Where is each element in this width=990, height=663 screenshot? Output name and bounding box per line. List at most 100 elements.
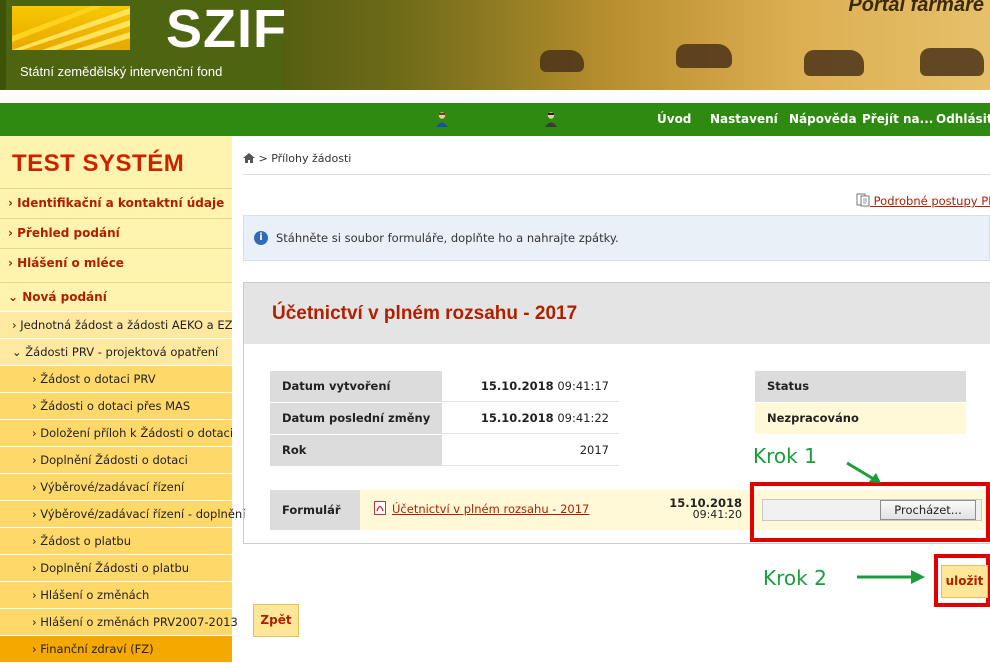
chevron-right-icon: › [32, 480, 37, 494]
sidebar-item-hlaseni-o-mlece[interactable]: › Hlášení o mléce [0, 248, 232, 277]
highlight-browse [750, 482, 990, 542]
user-icon[interactable] [435, 111, 449, 127]
panel-title: Účetnictví v plném rozsahu - 2017 [272, 303, 578, 324]
form-download-link[interactable]: Účetnictví v plném rozsahu - 2017 [392, 502, 589, 516]
nav-odhlasit[interactable]: Odhlásit [936, 112, 990, 126]
panel-header: Účetnictví v plném rozsahu - 2017 [244, 283, 990, 344]
year-value: 2017 [579, 443, 609, 457]
cow-silhouette [540, 50, 584, 72]
sidebar-item-label: Identifikační a kontaktní údaje [17, 196, 225, 210]
chevron-right-icon: › [32, 399, 37, 413]
save-button[interactable]: uložit [941, 565, 988, 598]
chevron-right-icon: › [32, 615, 37, 629]
chevron-right-icon: › [32, 372, 37, 386]
sidebar-sub-label: Doložení příloh k Žádosti o dotaci [40, 426, 234, 440]
sidebar-sub-hlaseni-o-zmenach[interactable]: › Hlášení o změnách [0, 581, 232, 608]
pdf-icon [374, 501, 386, 515]
chevron-right-icon: › [32, 561, 37, 575]
sidebar-sub-label: Doplnění Žádosti o dotaci [40, 453, 188, 467]
row-label-rok: Rok [270, 435, 442, 466]
sidebar-sub-vyberove-rizeni[interactable]: › Výběrové/zadávací řízení [0, 473, 232, 500]
sidebar-sub-doplneni-zadosti-o-dotaci[interactable]: › Doplnění Žádosti o dotaci [0, 446, 232, 473]
sidebar-sub-label: Žádost o dotaci PRV [40, 372, 156, 386]
krok2-label: Krok 2 [763, 566, 827, 590]
chevron-down-icon: ⌄ [12, 345, 22, 359]
logo[interactable]: SZIF Státní zemědělský intervenční fond [6, 0, 286, 90]
sidebar: TEST SYSTÉM › Identifikační a kontaktní … [0, 136, 245, 662]
sidebar-item-label: Hlášení o mléce [17, 256, 124, 270]
sidebar-sub-vyberove-rizeni-doplneni[interactable]: › Výběrové/zadávací řízení - doplnění [0, 500, 245, 527]
sidebar-item-identifikacni[interactable]: › Identifikační a kontaktní údaje [0, 188, 232, 217]
chevron-right-icon: › [8, 256, 13, 270]
cow-silhouette [804, 50, 864, 76]
sidebar-sub-dolozeni-priloh[interactable]: › Doložení příloh k Žádosti o dotaci [0, 419, 234, 446]
sidebar-sub-label: Jednotná žádost a žádosti AEKO a EZ [20, 318, 233, 332]
postupy-link[interactable]: Podrobné postupy PRV [856, 193, 990, 208]
chevron-right-icon: › [8, 226, 13, 240]
sidebar-sub-label: Doplnění Žádosti o platbu [40, 561, 190, 575]
top-menu: Úvod Nastavení Nápověda Přejít na... Odh… [0, 103, 990, 136]
chevron-right-icon: › [32, 426, 37, 440]
arrow-icon [857, 570, 925, 584]
chevron-right-icon: › [32, 642, 37, 656]
chevron-down-icon: ⌄ [8, 290, 19, 304]
back-button[interactable]: Zpět [253, 604, 299, 637]
sidebar-sub-zadosti-prv[interactable]: ⌄ Žádosti PRV - projektová opatření [0, 338, 232, 365]
nav-napoveda[interactable]: Nápověda [789, 112, 857, 126]
user-icon[interactable] [544, 111, 558, 127]
nav-prejit-na[interactable]: Přejít na... [862, 112, 933, 126]
sidebar-sub-label: Žádost o platbu [40, 534, 132, 548]
breadcrumb: > Přílohy žádosti [243, 152, 351, 165]
portal-title: Portál farmáře [848, 0, 984, 16]
cow-silhouette [920, 48, 984, 76]
nav-nastaveni[interactable]: Nastavení [710, 112, 778, 126]
form-time: 09:41:20 [692, 508, 742, 521]
sidebar-sub-hlaseni-o-zmenach-prv2007[interactable]: › Hlášení o změnách PRV2007-2013 [0, 608, 238, 635]
time-value: 09:41:22 [557, 411, 609, 425]
sidebar-sub-jednotna-zadost[interactable]: › Jednotná žádost a žádosti AEKO a EZ [0, 311, 233, 338]
cow-silhouette [676, 44, 732, 68]
logo-subtitle: Státní zemědělský intervenční fond [20, 64, 223, 79]
divider [243, 174, 990, 175]
sidebar-sub-zadost-o-platbu[interactable]: › Žádost o platbu [0, 527, 232, 554]
sidebar-sub-zadosti-pres-mas[interactable]: › Žádosti o dotaci přes MAS [0, 392, 232, 419]
row-label-datum-vytvoreni: Datum vytvoření [270, 371, 442, 402]
sidebar-item-label: Přehled podání [17, 226, 120, 240]
sidebar-item-label: Nová podání [22, 290, 107, 304]
sidebar-sub-label: Finanční zdraví (FZ) [40, 642, 154, 656]
postupy-link-label: Podrobné postupy PRV [873, 194, 990, 208]
chevron-right-icon: › [32, 534, 37, 548]
sidebar-sub-label: Žádosti o dotaci přes MAS [40, 399, 191, 413]
chevron-right-icon: › [12, 318, 17, 332]
sidebar-sub-doplneni-zadosti-o-platbu[interactable]: › Doplnění Žádosti o platbu [0, 554, 232, 581]
logo-field-icon [12, 6, 130, 50]
row-value-datum-vytvoreni: 15.10.2018 09:41:17 [442, 371, 619, 402]
date-value: 15.10.2018 [480, 379, 554, 393]
chevron-right-icon: › [8, 196, 13, 210]
logo-text: SZIF [166, 0, 287, 59]
sidebar-sub-label: Žádosti PRV - projektová opatření [25, 345, 219, 359]
home-icon[interactable] [243, 153, 255, 163]
chevron-right-icon: › [32, 507, 37, 521]
row-value-rok: 2017 [442, 435, 619, 466]
breadcrumb-separator: > [258, 152, 268, 165]
nav-uvod[interactable]: Úvod [657, 112, 691, 126]
form-timestamp: 15.10.2018 09:41:20 [660, 497, 742, 521]
form-label: Formulář [270, 490, 360, 530]
site-header: SZIF Státní zemědělský intervenční fond … [0, 0, 990, 90]
sidebar-title: TEST SYSTÉM [12, 150, 185, 177]
info-icon: i [254, 231, 268, 245]
arrow-icon [846, 461, 881, 483]
sidebar-sub-label: Hlášení o změnách [40, 588, 150, 602]
krok1-label: Krok 1 [753, 444, 817, 468]
time-value: 09:41:17 [557, 379, 609, 393]
row-value-datum-posledni-zmeny: 15.10.2018 09:41:22 [442, 403, 619, 434]
sidebar-item-nova-podani[interactable]: ⌄ Nová podání [0, 282, 232, 311]
date-value: 15.10.2018 [480, 411, 554, 425]
info-text: Stáhněte si soubor formuláře, doplňte ho… [276, 231, 619, 245]
sidebar-item-prehled-podani[interactable]: › Přehled podání [0, 218, 232, 247]
status-header: Status [755, 371, 966, 402]
sidebar-sub-financni-zdravi[interactable]: › Finanční zdraví (FZ) [0, 635, 232, 662]
info-message: i Stáhněte si soubor formuláře, doplňte … [243, 215, 990, 261]
sidebar-sub-zadost-o-dotaci-prv[interactable]: › Žádost o dotaci PRV [0, 365, 232, 392]
